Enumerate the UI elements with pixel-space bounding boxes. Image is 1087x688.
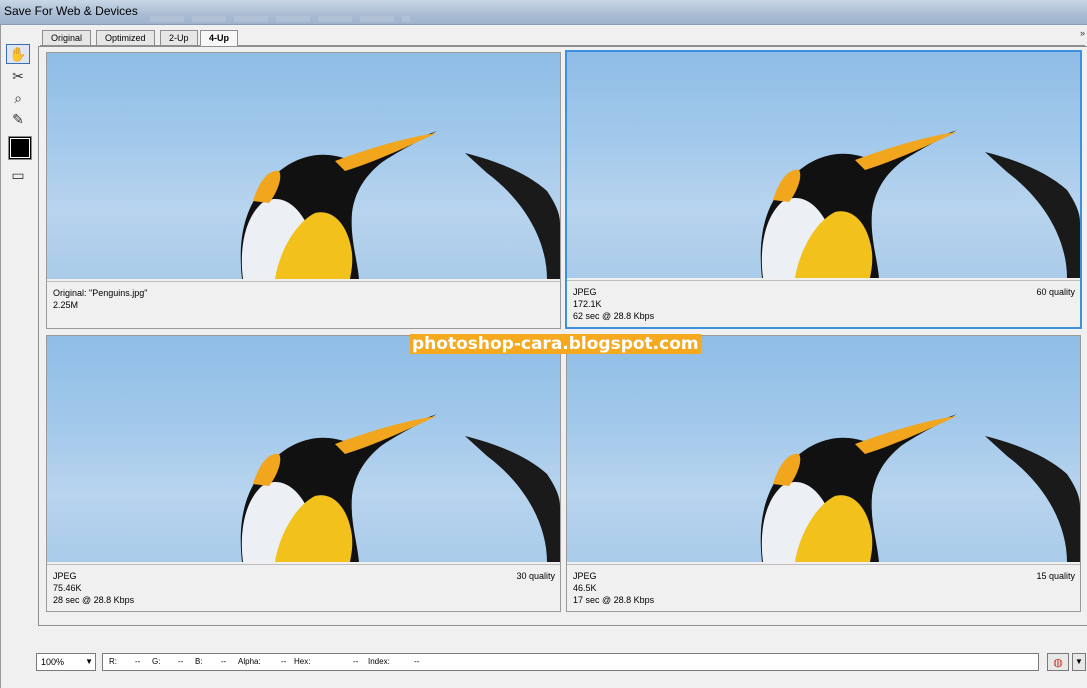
g-label: G: <box>152 657 161 666</box>
chevron-down-icon: ▼ <box>85 657 93 666</box>
preview-panel-60-quality[interactable]: JPEG 172.1K 62 sec @ 28.8 Kbps 60 qualit… <box>565 50 1082 329</box>
preview-panel-original[interactable]: Original: "Penguins.jpg" 2.25M <box>46 52 561 329</box>
penguin-preview-image <box>47 53 560 279</box>
panel-quality: 15 quality <box>1036 571 1075 581</box>
panel-time: 28 sec @ 28.8 Kbps <box>53 595 135 605</box>
panel-format: JPEG <box>573 287 597 297</box>
preview-panel-30-quality[interactable]: JPEG 75.46K 28 sec @ 28.8 Kbps 30 qualit… <box>46 335 561 612</box>
tab-optimized[interactable]: Optimized <box>96 30 155 45</box>
browser-preview-icon[interactable]: ◍ <box>1047 653 1069 671</box>
preview-info: Original: "Penguins.jpg" 2.25M <box>47 281 560 328</box>
penguin-preview-image <box>567 52 1080 278</box>
color-readout: R: -- G: -- B: -- Alpha: -- Hex: -- Inde… <box>102 653 1039 671</box>
panel-time: 17 sec @ 28.8 Kbps <box>573 595 655 605</box>
eyedropper-color-swatch[interactable] <box>8 136 32 160</box>
r-value: -- <box>135 657 141 666</box>
watermark-label: photoshop-cara.blogspot.com <box>410 334 701 354</box>
toggle-slices-icon[interactable]: ▭ <box>6 165 30 185</box>
browser-menu-chevron-down-icon[interactable]: ▼ <box>1072 653 1086 671</box>
alpha-value: -- <box>281 657 287 666</box>
panel-format: JPEG <box>573 571 597 581</box>
preview-info: JPEG 46.5K 17 sec @ 28.8 Kbps 15 quality <box>567 564 1080 611</box>
eyedropper-icon[interactable]: ✎ <box>6 109 30 129</box>
panel-collapse-icon[interactable]: » <box>1080 28 1085 38</box>
panel-size: 172.1K <box>573 299 602 309</box>
index-value: -- <box>414 657 420 666</box>
view-tabs: Original Optimized 2-Up 4-Up <box>40 28 1085 46</box>
preview-info: JPEG 75.46K 28 sec @ 28.8 Kbps 30 qualit… <box>47 564 560 611</box>
title-bar: Save For Web & Devices <box>0 0 1087 25</box>
tab-4-up[interactable]: 4-Up <box>200 30 238 46</box>
penguin-preview-image <box>567 336 1080 562</box>
preview-panel-15-quality[interactable]: JPEG 46.5K 17 sec @ 28.8 Kbps 15 quality <box>566 335 1081 612</box>
zoom-select[interactable]: 100% ▼ <box>36 653 96 671</box>
menu-bar-faded <box>150 16 410 22</box>
panel-format: Original: "Penguins.jpg" <box>53 288 148 298</box>
hex-value: -- <box>353 657 359 666</box>
b-label: B: <box>195 657 203 666</box>
panel-format: JPEG <box>53 571 77 581</box>
penguin-preview-image <box>47 336 560 562</box>
panel-time: 62 sec @ 28.8 Kbps <box>573 311 655 321</box>
index-label: Index: <box>368 657 390 666</box>
zoom-icon[interactable]: ⌕ <box>6 88 30 108</box>
panel-size: 46.5K <box>573 583 597 593</box>
preview-info: JPEG 172.1K 62 sec @ 28.8 Kbps 60 qualit… <box>567 280 1080 327</box>
slice-select-icon[interactable]: ✂ <box>6 66 30 86</box>
zoom-value: 100% <box>41 657 65 667</box>
tab-original[interactable]: Original <box>42 30 92 45</box>
panel-quality: 30 quality <box>516 571 555 581</box>
alpha-label: Alpha: <box>238 657 261 666</box>
b-value: -- <box>221 657 227 666</box>
window-title: Save For Web & Devices <box>4 4 138 18</box>
hand-icon[interactable]: ✋ <box>6 44 30 64</box>
status-bar: 100% ▼ R: -- G: -- B: -- Alpha: -- Hex: … <box>36 652 1086 672</box>
panel-quality: 60 quality <box>1036 287 1075 297</box>
panel-size: 75.46K <box>53 583 82 593</box>
window-left-border <box>0 24 1 688</box>
panel-size: 2.25M <box>53 300 79 310</box>
r-label: R: <box>109 657 117 666</box>
hex-label: Hex: <box>294 657 311 666</box>
g-value: -- <box>178 657 184 666</box>
tab-2-up[interactable]: 2-Up <box>160 30 198 45</box>
